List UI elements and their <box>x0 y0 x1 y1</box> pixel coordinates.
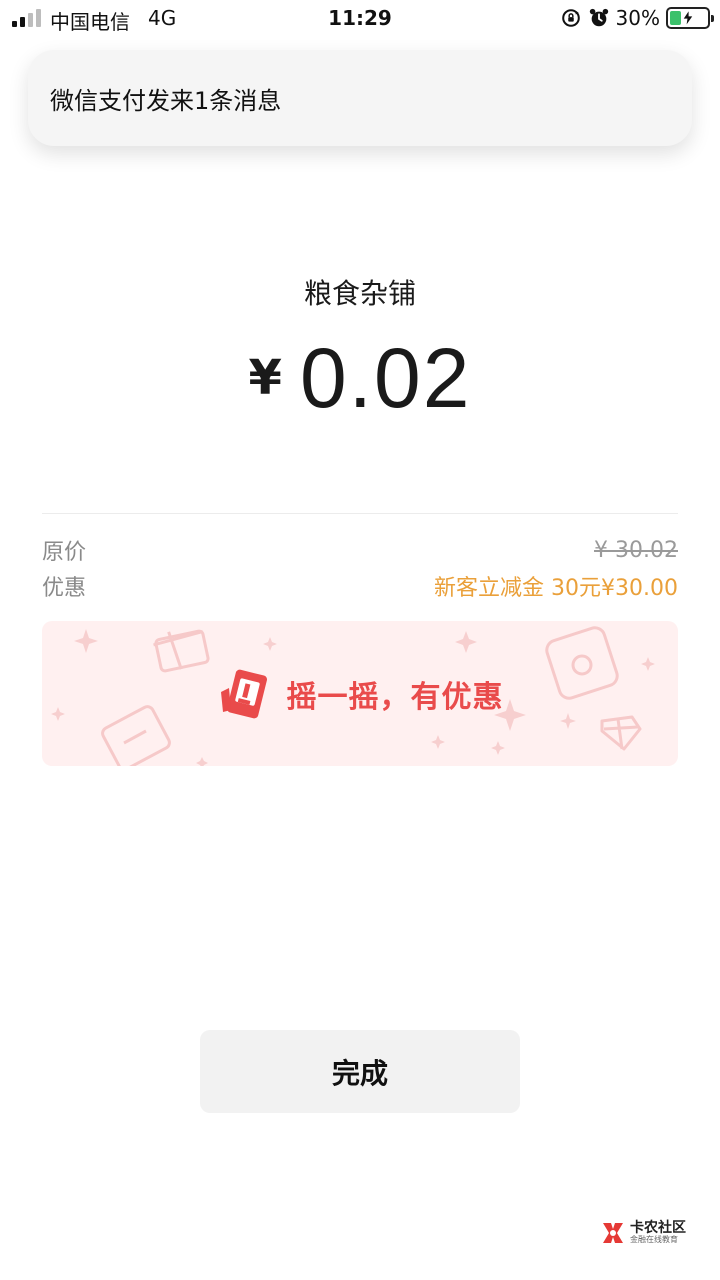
original-price-label: 原价 <box>42 540 87 565</box>
amount-value: 0.02 <box>299 331 472 425</box>
battery-charging-icon <box>666 7 714 29</box>
discount-row: 优惠 新客立减金 30元¥30.00 <box>42 570 678 602</box>
banner-content: 摇一摇，有优惠 <box>42 621 678 766</box>
rotation-lock-icon <box>561 9 580 27</box>
status-bar: 中国电信 4G 11:29 30% <box>0 0 720 36</box>
divider <box>42 513 678 514</box>
watermark: 卡农社区 金融在线教育 <box>600 1220 686 1246</box>
original-price-value: ¥ 30.02 <box>594 537 678 563</box>
battery-percent: 30% <box>615 6 660 30</box>
original-price-row: 原价 ¥ 30.02 <box>42 534 678 566</box>
shake-phone-icon <box>220 669 267 718</box>
alarm-icon <box>589 8 608 27</box>
done-button[interactable]: 完成 <box>200 1030 520 1113</box>
promo-text: 摇一摇，有优惠 <box>286 679 504 715</box>
currency-symbol: ¥ <box>248 350 282 406</box>
merchant-name: 粮食杂铺 <box>303 277 416 310</box>
status-icons: 30% <box>560 6 714 30</box>
watermark-subtitle: 金融在线教育 <box>630 1235 678 1245</box>
notification-text: 微信支付发来1条消息 <box>50 86 282 115</box>
kanong-logo-icon <box>603 1223 623 1243</box>
discount-label: 优惠 <box>42 576 87 601</box>
discount-value: 新客立减金 30元¥30.00 <box>434 576 678 601</box>
watermark-title: 卡农社区 <box>630 1219 686 1236</box>
shake-promo-banner[interactable]: 摇一摇，有优惠 <box>42 621 678 766</box>
payment-amount: ¥ 0.02 <box>0 336 720 420</box>
wechat-pay-notification[interactable]: 微信支付发来1条消息 <box>28 50 692 146</box>
